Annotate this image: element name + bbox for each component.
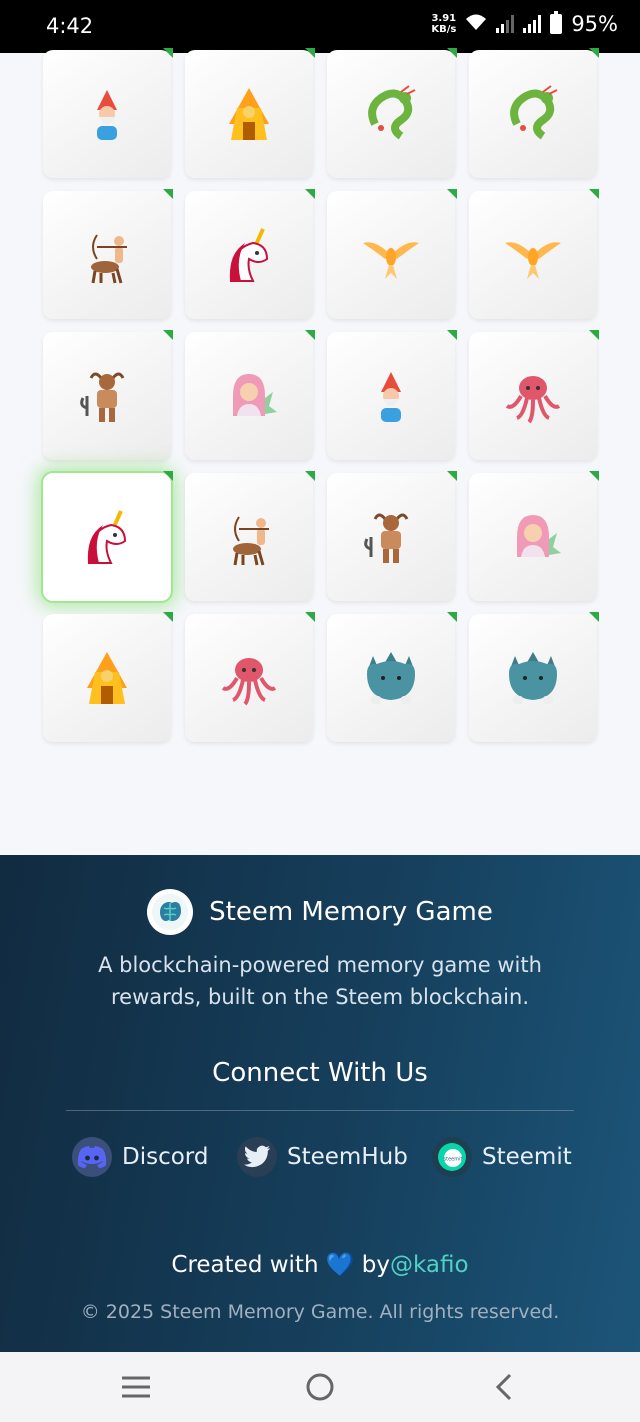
recent-apps-button[interactable] (118, 1372, 154, 1402)
kraken-icon (505, 376, 561, 424)
wifi-icon (465, 13, 487, 35)
matched-indicator (447, 48, 457, 58)
memory-card-dragon[interactable] (327, 48, 457, 178)
connect-heading: Connect With Us (212, 1058, 428, 1088)
memory-card-centaur[interactable] (185, 471, 315, 601)
footer-brand-name: Steem Memory Game (209, 897, 493, 927)
matched-indicator (163, 330, 173, 340)
copyright: © 2025 Steem Memory Game. All rights res… (80, 1301, 560, 1323)
memory-card-centaur[interactable] (43, 189, 173, 319)
steemit-link[interactable]: steemit Steemit (432, 1137, 572, 1177)
steemhub-label: SteemHub (287, 1144, 408, 1170)
created-by: by (361, 1252, 391, 1278)
matched-indicator (447, 330, 457, 340)
gnome-icon (97, 90, 117, 140)
memory-card-minotaur[interactable] (327, 471, 457, 601)
matched-indicator (163, 471, 173, 481)
matched-indicator (305, 330, 315, 340)
memory-card-mermaid[interactable] (185, 330, 315, 460)
site-footer: Steem Memory Game A blockchain-powered m… (0, 855, 640, 1352)
phoenix-icon (363, 242, 419, 279)
status-time: 4:42 (46, 14, 94, 38)
discord-label: Discord (122, 1144, 209, 1170)
twitter-bird-icon (237, 1137, 277, 1177)
kraken-icon (221, 658, 277, 706)
footer-divider (66, 1110, 574, 1111)
memory-card-dragon[interactable] (469, 48, 599, 178)
memory-card-minotaur[interactable] (43, 330, 173, 460)
author-link[interactable]: @kafio (390, 1252, 469, 1278)
network-speed-unit: KB/s (431, 24, 457, 35)
centaur-icon (233, 516, 269, 566)
memory-card-phoenix[interactable] (469, 189, 599, 319)
network-speed: 3.91 KB/s (431, 13, 456, 35)
battery-percent: 95% (571, 12, 618, 36)
social-links: Discord SteemHub steemit Steemit (0, 1137, 640, 1181)
memory-card-cerberus[interactable] (327, 612, 457, 742)
created-by-line: Created with 💙 by@kafio (0, 1251, 640, 1278)
dragon-icon (368, 85, 416, 140)
memory-card-kraken[interactable] (469, 330, 599, 460)
unicorn-icon (229, 228, 269, 282)
matched-indicator (163, 48, 173, 58)
matched-indicator (305, 48, 315, 58)
matched-indicator (163, 189, 173, 199)
signal-icon (496, 15, 515, 33)
discord-link[interactable]: Discord (72, 1137, 208, 1177)
memory-card-phoenix[interactable] (327, 189, 457, 319)
discord-icon (72, 1137, 112, 1177)
matched-indicator (589, 330, 599, 340)
sphinx-icon (229, 88, 269, 140)
sphinx-icon (87, 652, 127, 704)
matched-indicator (589, 471, 599, 481)
network-speed-value: 3.91 (431, 13, 457, 24)
memory-card-unicorn[interactable] (43, 471, 173, 601)
battery-icon (550, 11, 563, 34)
memory-card-mermaid[interactable] (469, 471, 599, 601)
unicorn-icon (87, 510, 127, 564)
memory-card-kraken[interactable] (185, 612, 315, 742)
steemit-icon: steemit (432, 1137, 472, 1177)
matched-indicator (589, 48, 599, 58)
memory-card-cerberus[interactable] (469, 612, 599, 742)
matched-indicator (589, 612, 599, 622)
centaur-icon (91, 234, 127, 284)
matched-indicator (305, 612, 315, 622)
memory-card-unicorn[interactable] (185, 189, 315, 319)
matched-indicator (589, 189, 599, 199)
status-bar: 4:42 3.91 KB/s 95% (0, 0, 640, 53)
created-prefix: Created with (171, 1252, 319, 1278)
mermaid-icon (233, 374, 277, 416)
back-button[interactable] (486, 1372, 522, 1402)
memory-card-sphinx[interactable] (185, 48, 315, 178)
home-button[interactable] (302, 1372, 338, 1402)
blue-heart-icon: 💙 (325, 1252, 355, 1278)
minotaur-icon (364, 513, 409, 563)
signal-icon (523, 15, 542, 33)
footer-brand: Steem Memory Game (0, 889, 640, 935)
memory-card-sphinx[interactable] (43, 612, 173, 742)
brain-logo-icon (147, 889, 194, 935)
footer-tagline: A blockchain-powered memory game with re… (98, 953, 542, 1009)
matched-indicator (305, 471, 315, 481)
steemhub-link[interactable]: SteemHub (237, 1137, 408, 1177)
steemit-label: Steemit (482, 1144, 572, 1170)
phoenix-icon (505, 242, 561, 279)
system-nav-bar (0, 1352, 640, 1422)
cerberus-icon (509, 652, 557, 704)
memory-card-gnome[interactable] (43, 48, 173, 178)
minotaur-icon (80, 372, 125, 422)
dragon-icon (510, 85, 558, 140)
svg-text:steemit: steemit (444, 1157, 463, 1163)
cerberus-icon (367, 652, 415, 704)
matched-indicator (447, 189, 457, 199)
matched-indicator (305, 189, 315, 199)
mermaid-icon (517, 515, 561, 557)
memory-card-gnome[interactable] (327, 330, 457, 460)
matched-indicator (163, 612, 173, 622)
matched-indicator (447, 612, 457, 622)
matched-indicator (447, 471, 457, 481)
gnome-icon (381, 372, 401, 422)
